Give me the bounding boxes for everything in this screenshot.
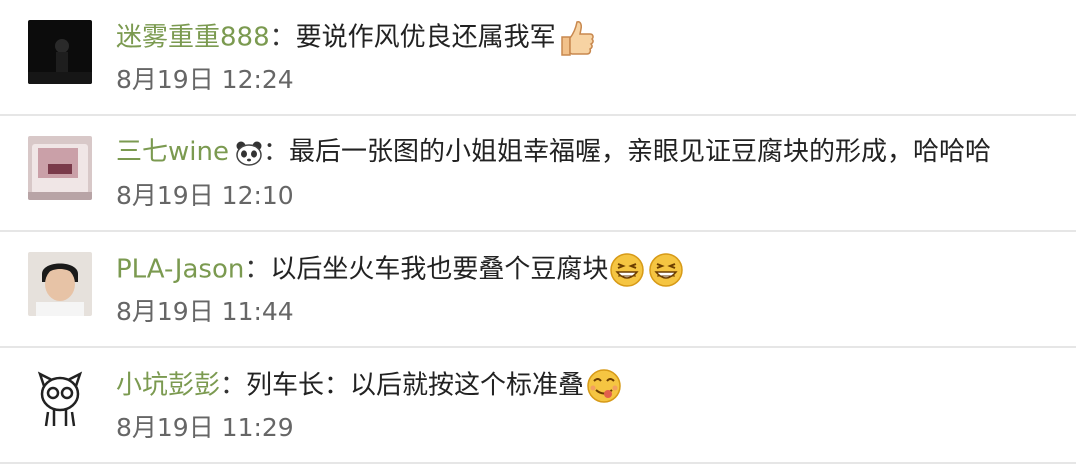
timestamp: 8月19日 12:10	[116, 181, 294, 210]
avatar[interactable]	[28, 252, 92, 316]
comment-text: 最后一张图的小姐姐幸福喔，亲眼见证豆腐块的形成，哈哈哈	[288, 137, 991, 167]
comment-item: 迷雾重重888：要说作风优良还属我军 8月19日 12:24	[0, 0, 1076, 116]
comment-item: PLA-Jason：以后坐火车我也要叠个豆腐块 8月19日 11:44	[0, 232, 1076, 348]
avatar[interactable]	[28, 368, 92, 432]
comment-text: 以后坐火车我也要叠个豆腐块	[270, 254, 609, 285]
comment-item: 三七wine ：最后一张图的小姐姐幸福喔，亲眼见证豆腐块的形成，哈哈哈 8月19…	[0, 116, 1076, 232]
separator: ：	[269, 22, 296, 53]
comment-text: 要说作风优良还属我军	[295, 22, 556, 53]
username-link[interactable]: PLA-Jason	[116, 255, 244, 285]
divider	[0, 462, 1076, 464]
username-link[interactable]: 三七wine	[116, 137, 229, 167]
username-link[interactable]: 迷雾重重888	[116, 23, 270, 53]
thumbs-up-icon	[556, 19, 596, 57]
timestamp: 8月19日 12:24	[116, 65, 294, 94]
avatar[interactable]	[28, 20, 92, 84]
yummy-face-icon	[584, 367, 624, 405]
comment-item: 小坑彭彭：列车长：以后就按这个标准叠 8月19日 11:29	[0, 348, 1076, 464]
comment-line: PLA-Jason：以后坐火车我也要叠个豆腐块	[116, 251, 686, 289]
timestamp: 8月19日 11:44	[116, 297, 294, 326]
username-link[interactable]: 小坑彭彭	[116, 371, 220, 401]
grin-icon	[608, 251, 686, 289]
avatar[interactable]	[28, 136, 92, 200]
comment-line: 三七wine ：最后一张图的小姐姐幸福喔，亲眼见证豆腐块的形成，哈哈哈	[116, 135, 991, 169]
timestamp: 8月19日 11:29	[116, 413, 294, 442]
separator: ：	[262, 137, 289, 167]
comment-line: 迷雾重重888：要说作风优良还属我军	[116, 19, 596, 57]
comment-line: 小坑彭彭：列车长：以后就按这个标准叠	[116, 367, 624, 405]
panda-icon	[235, 140, 263, 166]
comment-feed: 迷雾重重888：要说作风优良还属我军 8月19日 12:24 三七wine ：最…	[0, 0, 1076, 472]
comment-text: 列车长：以后就按这个标准叠	[246, 370, 585, 401]
separator: ：	[220, 370, 247, 401]
separator: ：	[244, 254, 271, 285]
